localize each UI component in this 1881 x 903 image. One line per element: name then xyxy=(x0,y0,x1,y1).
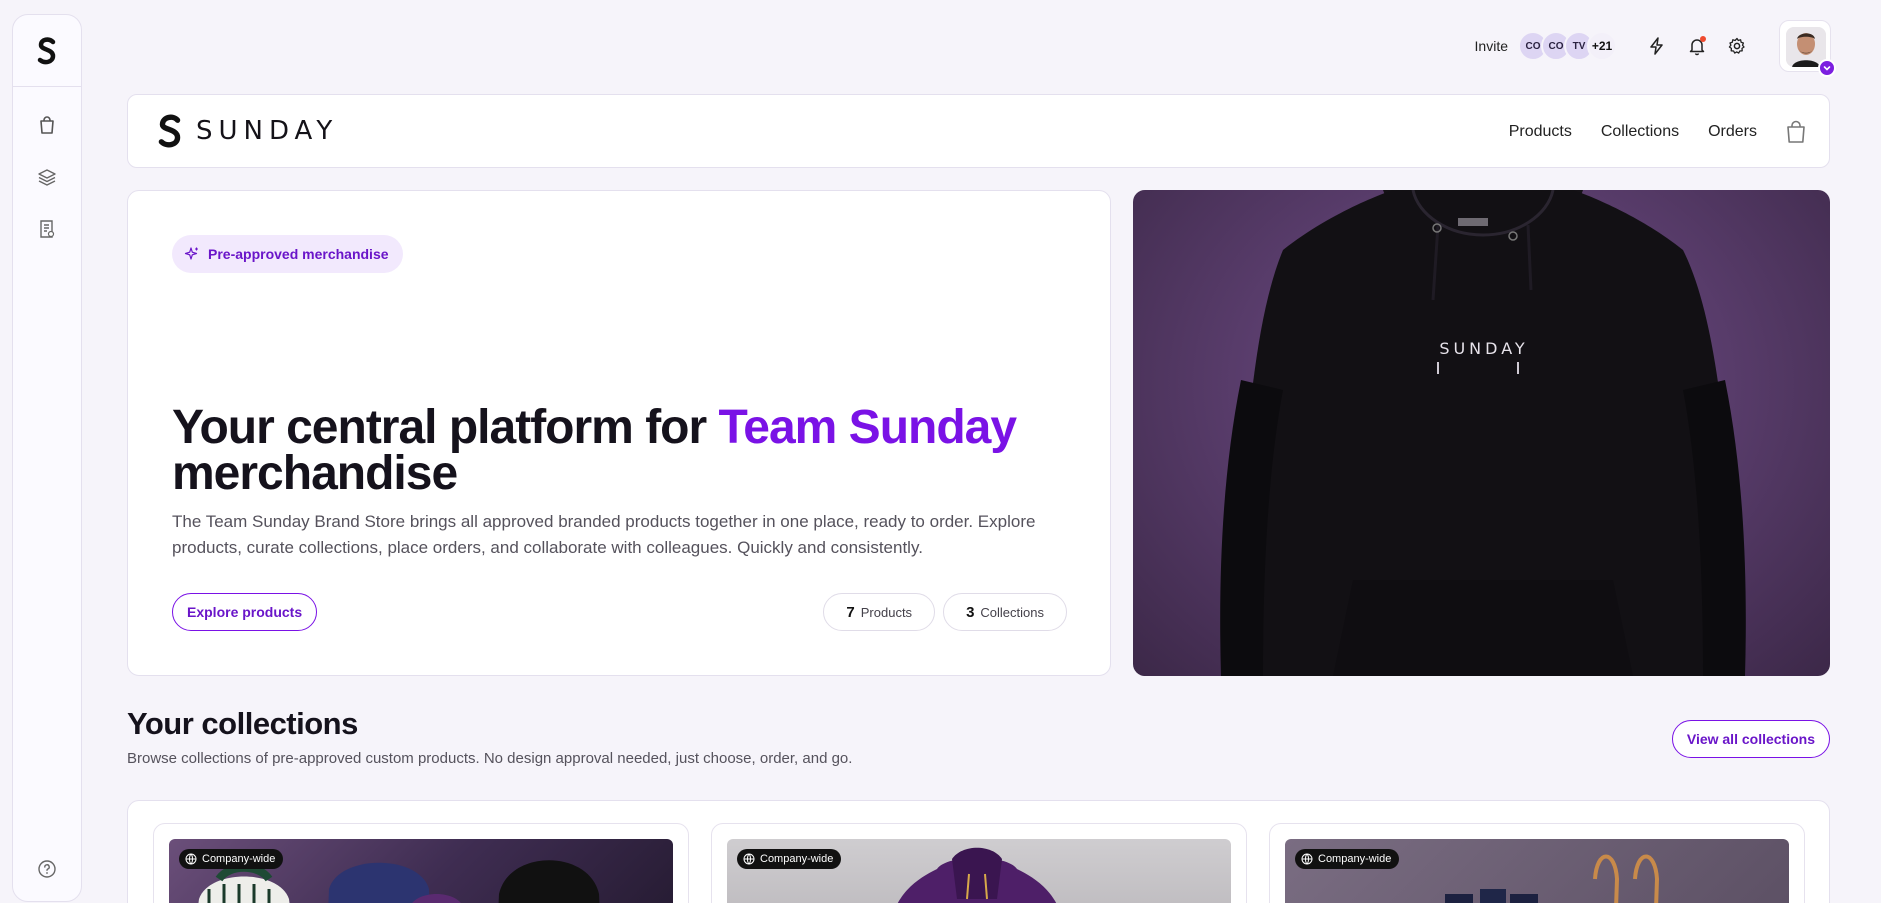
lightning-icon xyxy=(1650,37,1663,55)
more-members-badge[interactable]: +21 xyxy=(1587,31,1617,61)
hero-title-accent: Team Sunday xyxy=(718,401,1018,454)
collection-card[interactable]: Company-wide xyxy=(153,823,689,903)
brand-name: SUNDAY xyxy=(196,116,339,146)
tag-label: Company-wide xyxy=(1318,853,1392,865)
user-menu-caret xyxy=(1818,59,1836,77)
store-nav: Products Collections Orders xyxy=(1480,95,1807,169)
layers-icon xyxy=(38,169,56,186)
collection-image: Company-wide xyxy=(1285,839,1789,903)
gear-icon xyxy=(1728,37,1745,54)
globe-icon xyxy=(743,853,755,865)
sidebar-item-collections[interactable] xyxy=(35,165,59,189)
chevron-down-icon xyxy=(1823,66,1831,71)
collections-panel: Company-wide Company-wide Company-wide xyxy=(127,800,1830,903)
sparkle-icon xyxy=(184,247,198,260)
sidebar xyxy=(12,14,82,902)
collections-subtitle: Browse collections of pre-approved custo… xyxy=(127,750,853,767)
badge-label: Pre-approved merchandise xyxy=(208,246,389,262)
collections-count-chip[interactable]: 3 Collections xyxy=(943,593,1067,631)
invite-button[interactable]: Invite xyxy=(1475,38,1508,54)
sidebar-item-products[interactable] xyxy=(35,113,59,137)
stat-label: Collections xyxy=(980,604,1044,620)
hoodie-illustration: SUNDAY xyxy=(1220,190,1746,676)
cart-icon xyxy=(1787,120,1805,143)
hero-stats: 7 Products 3 Collections xyxy=(815,593,1067,631)
sidebar-logo[interactable] xyxy=(13,15,81,87)
explore-products-button[interactable]: Explore products xyxy=(172,593,318,631)
nav-products[interactable]: Products xyxy=(1509,123,1572,141)
hero-title: Your central platform for Team Sunday mer… xyxy=(172,404,1072,500)
hero-description: The Team Sunday Brand Store brings all a… xyxy=(172,512,1036,557)
collection-image: Company-wide xyxy=(169,839,673,903)
globe-icon xyxy=(1301,853,1313,865)
company-wide-tag: Company-wide xyxy=(179,849,284,869)
stat-label: Products xyxy=(860,604,913,620)
help-icon xyxy=(38,860,56,878)
company-wide-tag: Company-wide xyxy=(1295,849,1400,869)
collection-card[interactable]: Company-wide xyxy=(1269,823,1805,903)
globe-icon xyxy=(185,853,197,865)
user-menu[interactable] xyxy=(1779,20,1836,77)
hero-hoodie-image: SUNDAY xyxy=(1133,190,1830,676)
nav-collections[interactable]: Collections xyxy=(1601,123,1679,141)
tag-label: Company-wide xyxy=(760,853,834,865)
view-all-collections-button[interactable]: View all collections xyxy=(1671,720,1830,758)
hero-title-end: merchandise xyxy=(172,447,458,500)
products-count-chip[interactable]: 7 Products xyxy=(823,593,936,631)
logo-icon xyxy=(37,36,56,64)
stat-value: 3 xyxy=(966,603,975,621)
cart-button[interactable] xyxy=(1785,120,1807,144)
company-wide-tag: Company-wide xyxy=(737,849,842,869)
store-header: SUNDAY Products Collections Orders xyxy=(127,94,1830,168)
collections-title: Your collections xyxy=(127,706,358,741)
logo-icon xyxy=(158,114,181,148)
help-button[interactable] xyxy=(35,857,59,881)
receipt-icon xyxy=(40,220,55,238)
hoodie-print: SUNDAY xyxy=(1439,339,1528,358)
notification-dot xyxy=(1700,36,1706,42)
hero-card: Pre-approved merchandise Your central pl… xyxy=(127,190,1111,676)
quick-actions-button[interactable] xyxy=(1645,34,1669,58)
stat-value: 7 xyxy=(846,603,855,621)
tag-label: Company-wide xyxy=(202,853,276,865)
sidebar-item-orders[interactable] xyxy=(35,217,59,241)
nav-orders[interactable]: Orders xyxy=(1708,123,1757,141)
store-brand[interactable]: SUNDAY xyxy=(156,113,338,149)
notifications-button[interactable] xyxy=(1685,34,1709,58)
shopping-bag-icon xyxy=(40,116,54,134)
pre-approved-badge: Pre-approved merchandise xyxy=(172,235,403,273)
member-avatars[interactable]: CO CO TV +21 xyxy=(1518,31,1617,61)
collection-card[interactable]: Company-wide xyxy=(711,823,1247,903)
settings-button[interactable] xyxy=(1725,34,1749,58)
top-bar: Invite CO CO TV +21 xyxy=(1475,20,1836,77)
collection-image: Company-wide xyxy=(727,839,1231,903)
